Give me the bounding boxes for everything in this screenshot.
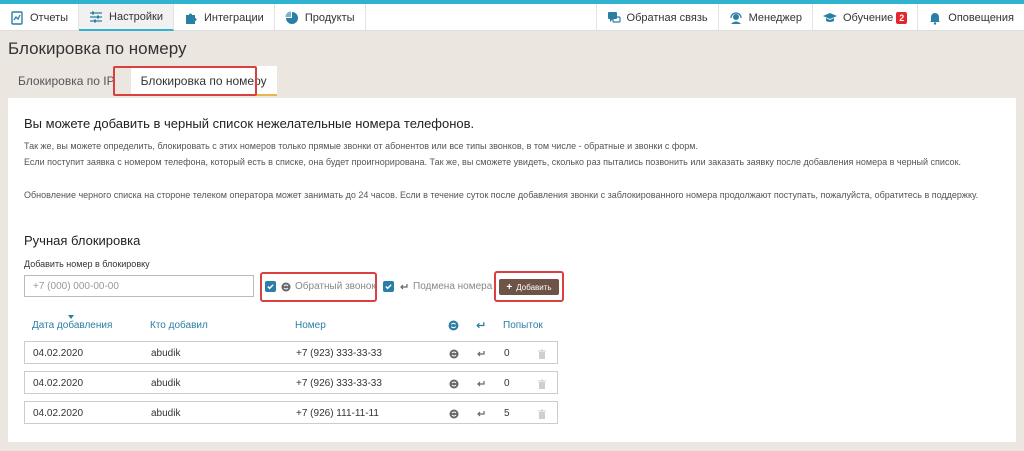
add-button[interactable]: + Добавить: [499, 279, 559, 295]
page-title: Блокировка по номеру: [8, 39, 187, 58]
col-callback-icon-header[interactable]: [448, 320, 459, 334]
table-row: 04.02.2020 abudik +7 (926) 111-11-11 5: [24, 401, 558, 424]
manual-block-title: Ручная блокировка: [24, 233, 141, 248]
row-attempts: 5: [504, 408, 510, 419]
nav-integrations[interactable]: Интеграции: [174, 4, 275, 31]
nav-feedback-label: Обратная связь: [626, 11, 708, 24]
puzzle-icon: [184, 11, 198, 25]
nav-settings-label: Настройки: [109, 10, 163, 23]
sort-desc-icon: [68, 315, 74, 319]
reports-icon: [10, 10, 24, 25]
col-number-header[interactable]: Номер: [295, 320, 326, 331]
graduation-cap-icon: [822, 11, 837, 25]
bell-icon: [928, 11, 942, 25]
trash-icon[interactable]: [537, 378, 547, 389]
callback-checkbox[interactable]: Обратный звонок: [265, 281, 376, 292]
info-paragraph-2: Если поступит заявка с номером телефона,…: [24, 157, 962, 167]
nav-education-label: Обучение: [842, 11, 894, 24]
row-number: +7 (926) 111-11-11: [296, 408, 379, 419]
row-who: abudik: [151, 348, 181, 359]
nav-reports-label: Отчеты: [30, 11, 69, 24]
blacklist-heading: Вы можете добавить в черный список нежел…: [24, 116, 475, 131]
table-row: 04.02.2020 abudik +7 (923) 333-33-33 0: [24, 341, 558, 364]
tab-ip-block[interactable]: Блокировка по IP: [8, 66, 125, 96]
return-arrow-icon: [476, 348, 486, 358]
return-arrow-icon: [475, 322, 486, 334]
nav-manager[interactable]: Менеджер: [717, 4, 812, 31]
top-navigation: Отчеты Настройки Интеграции Продукты Обр…: [0, 4, 1024, 31]
table-row: 04.02.2020 abudik +7 (926) 333-33-33 0: [24, 371, 558, 394]
nav-settings[interactable]: Настройки: [79, 4, 174, 31]
spoof-label: Подмена номера: [413, 281, 493, 292]
nav-products[interactable]: Продукты: [275, 4, 366, 31]
content-card: Вы можете добавить в черный список нежел…: [8, 98, 1016, 442]
nav-right-group: Обратная связь Менеджер Обучение 2 Опове…: [595, 4, 1024, 31]
return-arrow-icon: [476, 408, 486, 418]
callback-icon: [448, 320, 459, 334]
info-paragraph-3: Обновление черного списка на стороне тел…: [24, 190, 979, 200]
trash-icon[interactable]: [537, 348, 547, 359]
spoof-checkbox[interactable]: Подмена номера: [383, 281, 492, 292]
active-tab-highlight: [113, 66, 257, 96]
settings-sliders-icon: [89, 10, 103, 24]
education-count-badge: 2: [896, 11, 908, 24]
add-button-label: Добавить: [516, 282, 552, 292]
row-who: abudik: [151, 378, 181, 389]
col-attempts-header[interactable]: Попыток: [503, 320, 543, 331]
callback-label: Обратный звонок: [295, 281, 376, 292]
row-date: 04.02.2020: [33, 408, 84, 419]
callback-icon: [449, 408, 459, 419]
col-who-header[interactable]: Кто добавил: [150, 320, 208, 331]
checkbox-checked-icon: [383, 281, 394, 292]
callback-icon: [449, 348, 459, 359]
row-who: abudik: [151, 408, 181, 419]
row-date: 04.02.2020: [33, 378, 84, 389]
nav-integrations-label: Интеграции: [203, 11, 264, 24]
pie-icon: [285, 11, 299, 25]
nav-notifications-label: Оповещения: [948, 11, 1014, 24]
checkbox-checked-icon: [265, 281, 276, 292]
row-attempts: 0: [504, 348, 510, 359]
plus-icon: +: [506, 281, 513, 293]
info-paragraph-1: Так же, вы можете определить, блокироват…: [24, 141, 698, 151]
return-arrow-icon: [476, 378, 486, 388]
nav-notifications[interactable]: Оповещения: [917, 4, 1024, 31]
col-date-header[interactable]: Дата добавления: [32, 320, 112, 331]
row-number: +7 (923) 333-33-33: [296, 348, 382, 359]
callback-icon: [281, 282, 291, 292]
nav-manager-label: Менеджер: [748, 11, 802, 24]
row-date: 04.02.2020: [33, 348, 84, 359]
return-arrow-icon: [399, 282, 409, 292]
nav-products-label: Продукты: [304, 11, 355, 24]
nav-reports[interactable]: Отчеты: [0, 4, 80, 31]
row-attempts: 0: [504, 378, 510, 389]
callback-icon: [449, 378, 459, 389]
phone-number-input[interactable]: [24, 275, 254, 297]
nav-feedback[interactable]: Обратная связь: [595, 4, 718, 31]
col-spoof-icon-header[interactable]: [475, 320, 486, 334]
row-number: +7 (926) 333-33-33: [296, 378, 382, 389]
add-number-label: Добавить номер в блокировку: [24, 259, 150, 269]
feedback-icon: [607, 11, 621, 25]
trash-icon[interactable]: [537, 408, 547, 419]
nav-education[interactable]: Обучение 2: [811, 4, 917, 31]
headset-icon: [729, 11, 743, 25]
